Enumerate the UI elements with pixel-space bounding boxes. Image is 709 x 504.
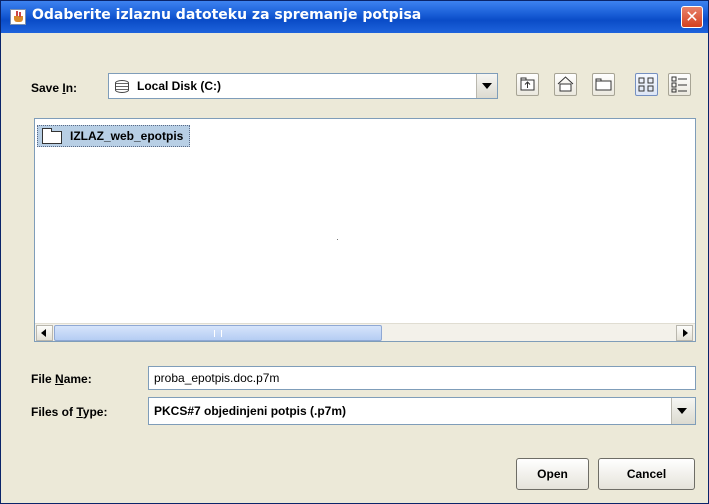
new-folder-icon bbox=[595, 78, 612, 91]
save-in-combo[interactable]: Local Disk (C:) bbox=[108, 73, 498, 99]
title-bar[interactable]: Odaberite izlaznu datoteku za spremanje … bbox=[1, 1, 708, 33]
java-app-icon bbox=[10, 9, 26, 25]
list-item[interactable]: IZLAZ_web_epotpis bbox=[37, 125, 191, 147]
details-view-icon bbox=[671, 76, 687, 93]
list-view-button[interactable] bbox=[635, 73, 658, 96]
save-in-value: Local Disk (C:) bbox=[137, 79, 222, 93]
list-view-icon bbox=[638, 77, 654, 92]
cancel-button[interactable]: Cancel bbox=[598, 458, 695, 490]
up-one-level-button[interactable] bbox=[516, 73, 539, 96]
close-button[interactable]: ✕ bbox=[681, 6, 703, 28]
home-button[interactable] bbox=[554, 73, 577, 96]
file-type-label: Files of Type: bbox=[31, 405, 108, 419]
new-folder-button[interactable] bbox=[592, 73, 615, 96]
chevron-down-icon[interactable] bbox=[476, 74, 497, 98]
scroll-left-button[interactable] bbox=[36, 325, 53, 341]
folder-up-icon bbox=[520, 77, 535, 91]
scroll-thumb[interactable] bbox=[54, 325, 382, 341]
details-view-button[interactable] bbox=[668, 73, 691, 96]
window-title: Odaberite izlaznu datoteku za spremanje … bbox=[32, 7, 422, 23]
save-dialog: Odaberite izlaznu datoteku za spremanje … bbox=[0, 0, 709, 504]
file-list-pane[interactable]: IZLAZ_web_epotpis bbox=[34, 118, 696, 342]
folder-name: IZLAZ_web_epotpis bbox=[70, 129, 184, 143]
chevron-down-icon[interactable] bbox=[671, 398, 695, 424]
save-in-label: Save In: bbox=[31, 81, 78, 95]
file-name-label: File Name: bbox=[31, 372, 92, 386]
scroll-right-button[interactable] bbox=[676, 325, 693, 341]
disk-icon bbox=[115, 80, 129, 93]
open-button[interactable]: Open bbox=[516, 458, 589, 490]
file-type-combo[interactable]: PKCS#7 objedinjeni potpis (.p7m) bbox=[148, 397, 696, 425]
horizontal-scrollbar[interactable] bbox=[35, 323, 695, 341]
stray-pixel bbox=[337, 239, 338, 240]
file-type-value: PKCS#7 objedinjeni potpis (.p7m) bbox=[154, 404, 347, 418]
home-icon bbox=[557, 76, 574, 92]
folder-icon bbox=[42, 128, 62, 144]
file-name-input[interactable]: proba_epotpis.doc.p7m bbox=[148, 366, 696, 390]
